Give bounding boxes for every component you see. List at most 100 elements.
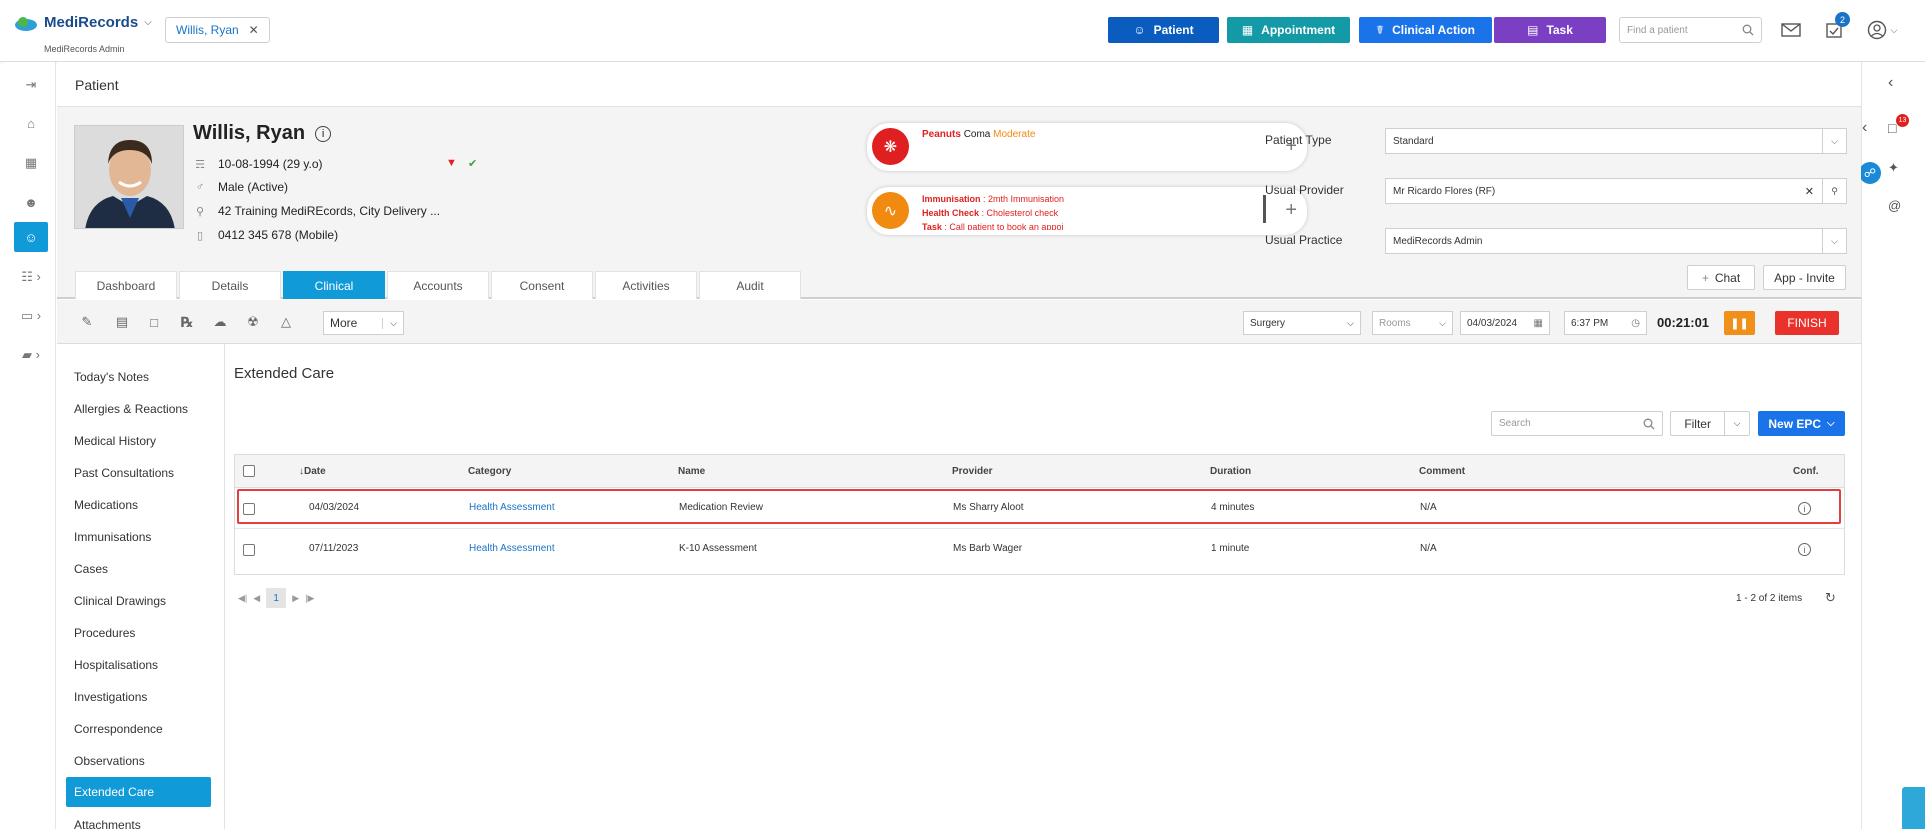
- menu-item-past-consultations[interactable]: Past Consultations: [66, 458, 211, 488]
- menu-item-todays-notes[interactable]: Today's Notes: [66, 362, 211, 392]
- pin-icon[interactable]: ✦: [1888, 160, 1899, 176]
- menu-item-correspondence[interactable]: Correspondence: [66, 714, 211, 744]
- calendar-icon[interactable]: ▦: [14, 148, 48, 178]
- clear-icon[interactable]: ✕: [1805, 185, 1814, 198]
- alcohol-icon[interactable]: ▼: [446, 157, 457, 169]
- time-picker[interactable]: 6:37 PM ◷: [1564, 311, 1647, 335]
- reminders-card[interactable]: ∿ Immunisation : 2mth Immunisation Healt…: [867, 187, 1307, 235]
- menu-item-immunisations[interactable]: Immunisations: [66, 522, 211, 552]
- usual-provider-input[interactable]: Mr Ricardo Flores (RF) ✕ ⚲: [1385, 178, 1847, 204]
- first-page-icon[interactable]: ◀|: [238, 593, 247, 604]
- usual-practice-select[interactable]: MediRecords Admin ⌵: [1385, 228, 1847, 254]
- mail-icon[interactable]: [1779, 18, 1803, 42]
- collapse-panel-icon[interactable]: ‹: [1888, 74, 1893, 92]
- pause-button[interactable]: ❚❚: [1724, 311, 1755, 335]
- more-menu-button[interactable]: More ⌵: [323, 311, 404, 335]
- appointment-button[interactable]: ▦ Appointment: [1227, 17, 1350, 43]
- app-invite-button[interactable]: App - Invite: [1763, 265, 1846, 290]
- menu-item-cases[interactable]: Cases: [66, 554, 211, 584]
- expand-sidebar-icon[interactable]: ⇥: [14, 70, 48, 100]
- info-icon[interactable]: i: [315, 125, 332, 142]
- last-page-icon[interactable]: |▶: [305, 593, 314, 604]
- tab-details[interactable]: Details: [179, 271, 281, 299]
- table-row[interactable]: 04/03/2024 Health Assessment Medication …: [235, 488, 1844, 529]
- clinical-action-button[interactable]: ☤ Clinical Action: [1359, 17, 1492, 43]
- users-icon[interactable]: ☻: [14, 187, 48, 217]
- menu-item-clinical-drawings[interactable]: Clinical Drawings: [66, 586, 211, 616]
- search-input[interactable]: Search: [1491, 411, 1663, 436]
- menu-item-allergies[interactable]: Allergies & Reactions: [66, 394, 211, 424]
- tag-icon[interactable]: ☍: [1859, 162, 1881, 184]
- chat-button[interactable]: + Chat: [1687, 265, 1755, 290]
- patient-button[interactable]: ☺ Patient: [1108, 17, 1219, 43]
- finish-button[interactable]: FINISH: [1775, 311, 1839, 335]
- document-icon[interactable]: ▤: [111, 311, 133, 333]
- row-category-link[interactable]: Health Assessment: [469, 502, 555, 513]
- page-number[interactable]: 1: [266, 588, 287, 608]
- tab-audit[interactable]: Audit: [699, 271, 801, 299]
- prev-page-icon[interactable]: ◀: [253, 593, 260, 604]
- at-sign-icon[interactable]: @: [1888, 198, 1901, 213]
- new-epc-button[interactable]: New EPC ⌵: [1758, 411, 1845, 436]
- filter-button[interactable]: Filter ⌵: [1670, 411, 1750, 436]
- tab-dashboard[interactable]: Dashboard: [75, 271, 177, 299]
- find-patient-input[interactable]: Find a patient: [1619, 17, 1762, 43]
- tab-consent[interactable]: Consent: [491, 271, 593, 299]
- row-checkbox[interactable]: [243, 544, 255, 556]
- menu-item-procedures[interactable]: Procedures: [66, 618, 211, 648]
- allergy-alert-card[interactable]: ❋ Peanuts Coma Moderate +: [867, 123, 1307, 171]
- menu-item-medications[interactable]: Medications: [66, 490, 211, 520]
- row-category-link[interactable]: Health Assessment: [469, 543, 555, 554]
- info-icon[interactable]: i: [1798, 502, 1811, 515]
- tab-accounts[interactable]: Accounts: [387, 271, 489, 299]
- edit-note-icon[interactable]: ✎: [76, 311, 98, 333]
- modules-icon[interactable]: ☷ ›: [14, 262, 48, 292]
- column-header-date[interactable]: ↓Date: [299, 466, 326, 477]
- patient-type-select[interactable]: Standard ⌵: [1385, 128, 1847, 154]
- smoking-status-icon[interactable]: ✔: [468, 157, 477, 170]
- menu-item-attachments[interactable]: Attachments: [66, 810, 211, 829]
- user-avatar-icon[interactable]: ⌵: [1864, 18, 1900, 42]
- menu-item-observations[interactable]: Observations: [66, 746, 211, 776]
- patient-icon[interactable]: ☺: [14, 222, 48, 252]
- folder-share-icon[interactable]: ▰ ›: [14, 340, 48, 370]
- column-header-duration[interactable]: Duration: [1210, 466, 1251, 477]
- reminders-scrollbar[interactable]: [1263, 195, 1266, 223]
- column-header-conf[interactable]: Conf.: [1793, 466, 1819, 477]
- refresh-icon[interactable]: ↻: [1825, 590, 1836, 606]
- column-header-comment[interactable]: Comment: [1419, 466, 1465, 477]
- prescription-icon[interactable]: ℞: [176, 311, 198, 333]
- add-reminder-icon[interactable]: +: [1285, 199, 1297, 222]
- task-button[interactable]: ▤ Task: [1494, 17, 1606, 43]
- close-icon[interactable]: ✕: [249, 23, 259, 37]
- tasks-icon[interactable]: 2: [1822, 12, 1850, 42]
- open-patient-tab[interactable]: Willis, Ryan ✕: [165, 17, 270, 43]
- menu-item-hospitalisations[interactable]: Hospitalisations: [66, 650, 211, 680]
- home-icon[interactable]: ⌂: [14, 108, 48, 138]
- tab-activities[interactable]: Activities: [595, 271, 697, 299]
- row-checkbox[interactable]: [243, 503, 255, 515]
- column-header-provider[interactable]: Provider: [952, 466, 993, 477]
- column-header-category[interactable]: Category: [468, 466, 511, 477]
- surgery-select[interactable]: Surgery ⌵: [1243, 311, 1361, 335]
- menu-item-extended-care[interactable]: Extended Care: [66, 777, 211, 807]
- date-picker[interactable]: 04/03/2024 ▦: [1460, 311, 1550, 335]
- chat-bubble-icon[interactable]: □ 13: [1888, 114, 1909, 136]
- column-header-name[interactable]: Name: [678, 466, 705, 477]
- table-row[interactable]: 07/11/2023 Health Assessment K-10 Assess…: [235, 529, 1844, 570]
- pathology-icon[interactable]: ☁: [209, 311, 231, 333]
- folder-icon[interactable]: ▭ ›: [14, 301, 48, 331]
- menu-item-investigations[interactable]: Investigations: [66, 682, 211, 712]
- menu-item-medical-history[interactable]: Medical History: [66, 426, 211, 456]
- education-icon[interactable]: △: [275, 311, 297, 333]
- brand-logo[interactable]: MediRecords ⌵ MediRecords Admin: [14, 14, 152, 54]
- info-icon[interactable]: i: [1798, 543, 1811, 556]
- select-all-checkbox[interactable]: [243, 465, 255, 477]
- chevron-left-icon[interactable]: ‹: [1862, 119, 1867, 137]
- chevron-down-icon[interactable]: ⌵: [144, 17, 152, 28]
- tab-clinical[interactable]: Clinical: [283, 271, 385, 299]
- help-tab[interactable]: [1902, 787, 1925, 829]
- radiology-icon[interactable]: ☢: [242, 311, 264, 333]
- rooms-select[interactable]: Rooms ⌵: [1372, 311, 1453, 335]
- next-page-icon[interactable]: ▶: [292, 593, 299, 604]
